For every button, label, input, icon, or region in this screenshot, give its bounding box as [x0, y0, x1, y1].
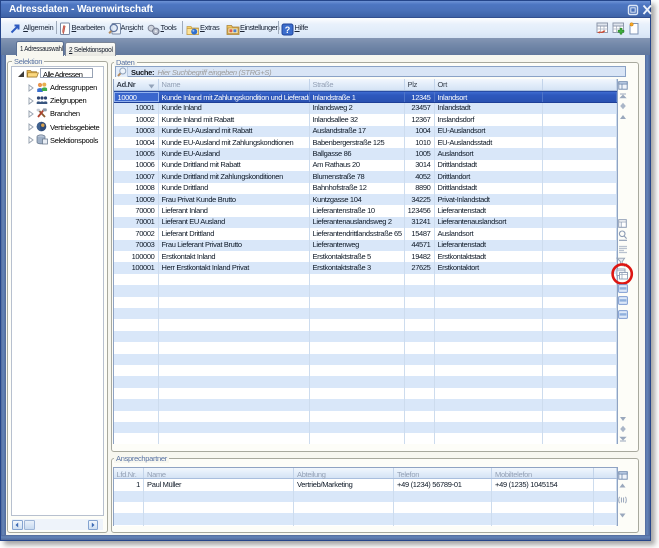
svg-text:?: ?: [285, 24, 291, 34]
